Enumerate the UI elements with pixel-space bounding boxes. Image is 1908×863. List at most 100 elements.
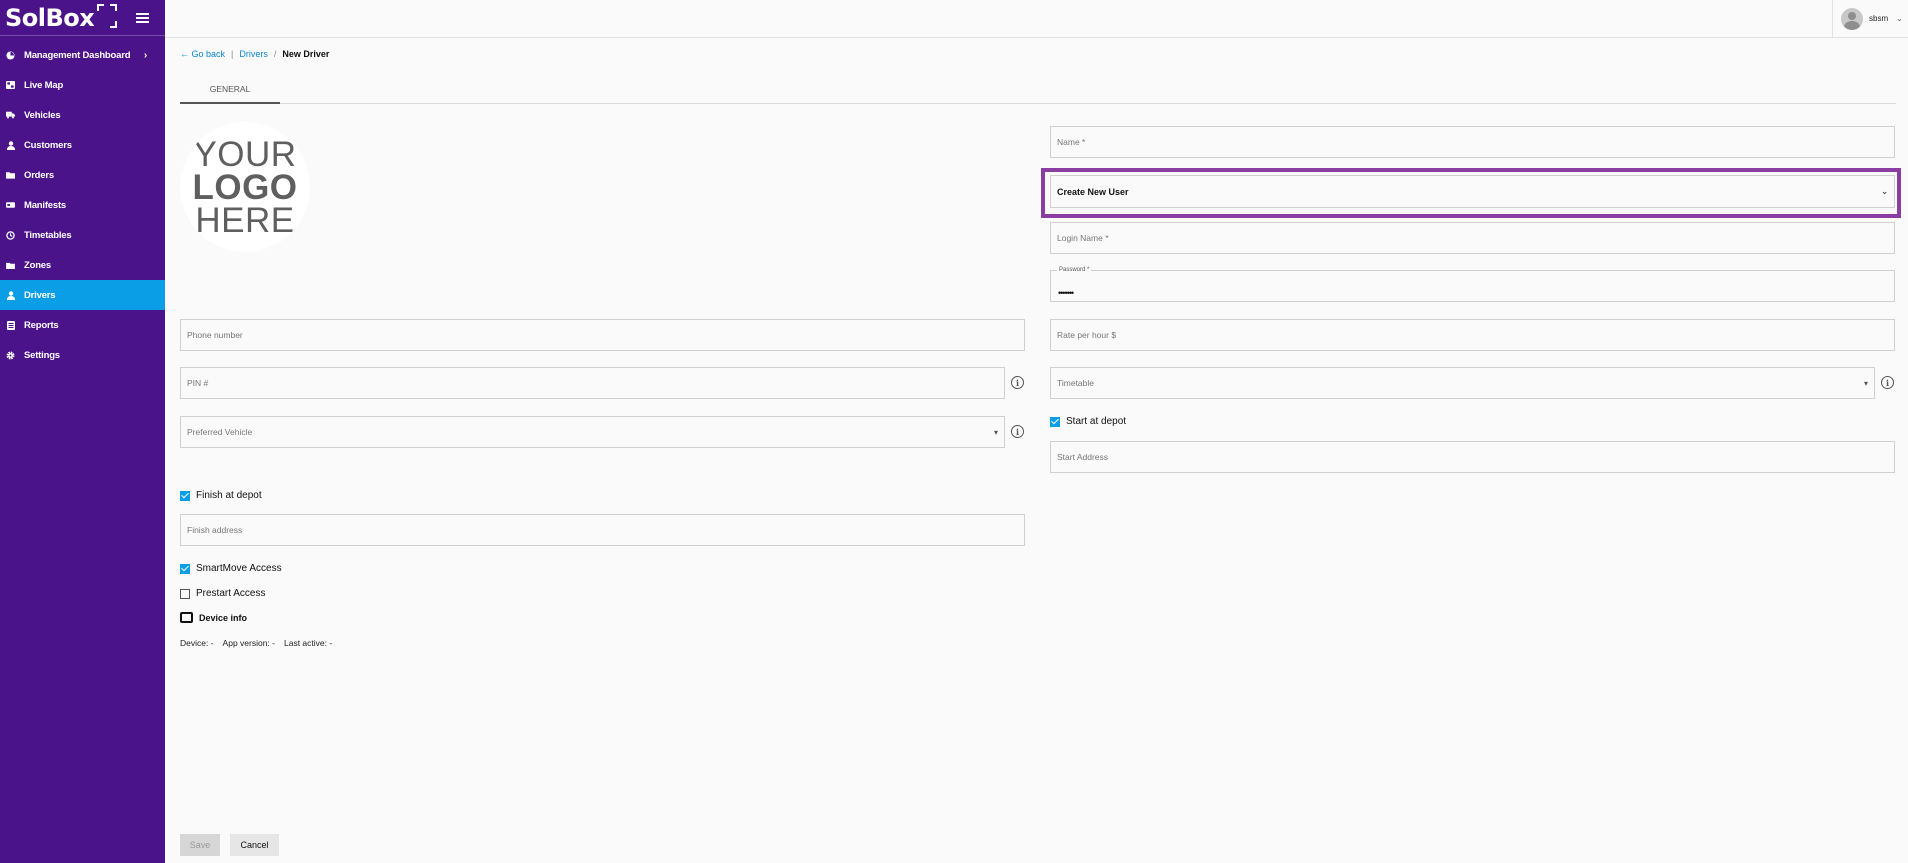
sidebar-item-zones[interactable]: Zones — [0, 250, 165, 280]
checkbox-unchecked-icon — [180, 588, 190, 599]
rate-placeholder: Rate per hour $ — [1057, 330, 1117, 340]
sidebar-item-live-map[interactable]: Live Map — [0, 70, 165, 100]
cancel-button[interactable]: Cancel — [230, 834, 279, 856]
sidebar-nav: Management Dashboard › Live Map Vehicles… — [0, 40, 165, 370]
go-back-link[interactable]: ← Go back — [180, 49, 225, 59]
password-field[interactable]: Password * ••••••• — [1050, 267, 1895, 302]
folder-icon — [6, 171, 15, 180]
save-button[interactable]: Save — [180, 834, 220, 856]
name-placeholder: Name * — [1057, 137, 1086, 147]
gear-icon — [6, 351, 15, 360]
driver-logo-upload[interactable]: YOUR LOGO HERE — [180, 122, 310, 252]
sidebar-item-timetables[interactable]: Timetables — [0, 220, 165, 250]
avatar — [1841, 7, 1863, 30]
clock-icon — [6, 230, 15, 240]
top-bar: sbsm ⌄ — [165, 0, 1908, 38]
pin-field[interactable]: PIN # — [180, 367, 1005, 399]
login-name-field[interactable]: Login Name * — [1050, 222, 1895, 254]
device-info-toggle[interactable]: Device info — [180, 612, 247, 623]
device-value: Device: - — [180, 638, 214, 648]
tab-general[interactable]: GENERAL — [180, 76, 280, 104]
pin-placeholder: PIN # — [187, 378, 209, 388]
user-select-value: Create New User — [1057, 186, 1129, 197]
smartmove-access-checkbox[interactable]: SmartMove Access — [180, 563, 282, 574]
caret-down-icon: ▾ — [993, 427, 998, 437]
sidebar-item-vehicles[interactable]: Vehicles — [0, 100, 165, 130]
prestart-access-checkbox[interactable]: Prestart Access — [180, 588, 265, 599]
arrow-left-icon: ← — [180, 49, 189, 59]
breadcrumb-separator: / — [273, 49, 277, 59]
report-icon — [6, 320, 15, 330]
timetable-info-icon[interactable]: i — [1881, 376, 1894, 389]
sidebar-item-label: Drivers — [24, 289, 56, 301]
sidebar-item-label: Zones — [24, 259, 51, 271]
preferred-vehicle-info-icon[interactable]: i — [1011, 425, 1024, 438]
solbox-logo[interactable]: SolBox — [5, 3, 118, 32]
truck-icon — [6, 111, 15, 120]
checkbox-checked-icon — [1050, 416, 1060, 427]
phone-number-field[interactable]: Phone number — [180, 319, 1025, 351]
sidebar-item-label: Vehicles — [24, 109, 61, 121]
rate-per-hour-field[interactable]: Rate per hour $ — [1050, 319, 1895, 351]
device-info-checkbox-icon — [180, 612, 193, 623]
timetable-select[interactable]: Timetable ▾ — [1050, 367, 1875, 399]
checkbox-checked-icon — [180, 563, 190, 574]
user-select[interactable]: Create New User ⌄ — [1050, 175, 1895, 208]
device-info-label: Device info — [199, 612, 248, 623]
sidebar-item-label: Customers — [24, 139, 72, 151]
user-menu[interactable]: sbsm ⌄ — [1832, 0, 1908, 37]
sidebar-item-label: Reports — [24, 319, 59, 331]
sidebar-item-customers[interactable]: Customers — [0, 130, 165, 160]
password-label: Password * — [1057, 267, 1092, 273]
start-address-placeholder: Start Address — [1057, 452, 1109, 462]
sidebar-item-drivers[interactable]: Drivers — [0, 280, 165, 310]
chevron-down-icon: ⌄ — [1881, 187, 1888, 196]
breadcrumb: ← Go back | Drivers / New Driver — [180, 49, 329, 59]
breadcrumb-drivers-link[interactable]: Drivers — [239, 49, 268, 59]
last-active-value: Last active: - — [284, 638, 333, 648]
preferred-vehicle-placeholder: Preferred Vehicle — [187, 427, 253, 437]
tab-bar: GENERAL — [180, 76, 1896, 104]
app-version-value: App version: - — [222, 638, 275, 648]
sidebar-item-label: Timetables — [24, 229, 72, 241]
breadcrumb-current: New Driver — [282, 49, 330, 59]
device-info-details: Device: - App version: - Last active: - — [180, 638, 332, 648]
dashboard-icon — [6, 50, 15, 60]
preferred-vehicle-select[interactable]: Preferred Vehicle ▾ — [180, 416, 1005, 448]
phone-placeholder: Phone number — [187, 330, 243, 340]
finish-address-field[interactable]: Finish address — [180, 514, 1025, 546]
password-value: ••••••• — [1058, 288, 1074, 298]
manifest-icon — [6, 201, 15, 210]
sidebar-item-reports[interactable]: Reports — [0, 310, 165, 340]
logo-line-1: YOUR — [193, 134, 297, 174]
login-name-placeholder: Login Name * — [1057, 233, 1109, 243]
name-field[interactable]: Name * — [1050, 126, 1895, 158]
hamburger-menu-icon[interactable] — [136, 12, 149, 23]
caret-down-icon: ▾ — [1863, 378, 1868, 388]
chevron-down-icon: ⌄ — [1896, 14, 1903, 23]
finish-at-depot-checkbox[interactable]: Finish at depot — [180, 490, 262, 501]
sidebar-item-orders[interactable]: Orders — [0, 160, 165, 190]
prestart-label: Prestart Access — [196, 588, 266, 599]
sidebar-item-management-dashboard[interactable]: Management Dashboard › — [0, 40, 165, 70]
sidebar: SolBox Management Dashboard › Live Map V… — [0, 0, 165, 863]
username: sbsm — [1869, 14, 1889, 23]
pin-info-icon[interactable]: i — [1011, 376, 1024, 389]
start-at-depot-checkbox[interactable]: Start at depot — [1050, 416, 1126, 427]
finish-at-depot-label: Finish at depot — [196, 490, 262, 501]
start-at-depot-label: Start at depot — [1066, 416, 1127, 427]
map-icon — [6, 81, 15, 90]
sidebar-item-label: Settings — [24, 349, 60, 361]
driver-icon — [6, 290, 15, 300]
sidebar-item-label: Manifests — [24, 199, 67, 211]
timetable-placeholder: Timetable — [1057, 378, 1095, 388]
sidebar-item-manifests[interactable]: Manifests — [0, 190, 165, 220]
checkbox-checked-icon — [180, 490, 190, 501]
zone-icon — [6, 261, 15, 270]
person-icon — [6, 140, 15, 150]
brand-name: SolBox — [5, 3, 95, 32]
start-address-field[interactable]: Start Address — [1050, 441, 1895, 473]
smartmove-label: SmartMove Access — [196, 563, 282, 574]
sidebar-item-settings[interactable]: Settings — [0, 340, 165, 370]
breadcrumb-separator: | — [231, 49, 234, 59]
